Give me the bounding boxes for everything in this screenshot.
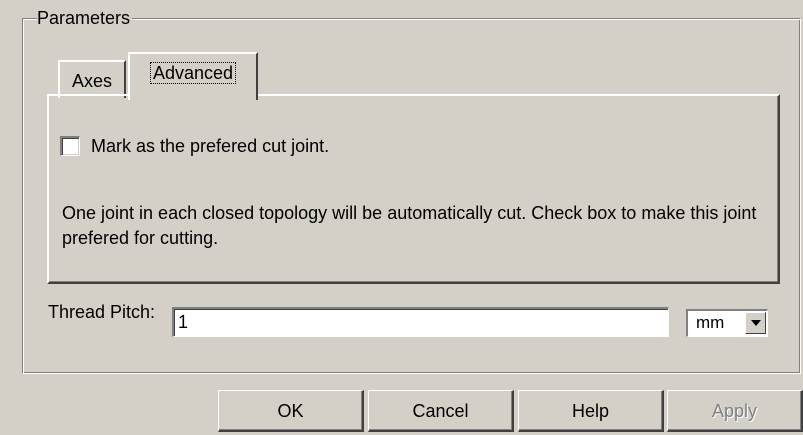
tab-advanced[interactable]: Advanced: [128, 52, 258, 100]
thread-pitch-unit-select[interactable]: mm: [686, 309, 768, 337]
tab-axes[interactable]: Axes: [58, 60, 126, 98]
thread-pitch-input[interactable]: [172, 307, 669, 337]
tab-advanced-label: Advanced: [149, 62, 237, 84]
cut-joint-description: One joint in each closed topology will b…: [62, 203, 757, 248]
apply-button[interactable]: Apply: [667, 390, 803, 432]
unit-select-value: mm: [696, 313, 725, 332]
ok-button[interactable]: OK: [218, 390, 364, 432]
preferred-cut-joint-checkbox[interactable]: [60, 136, 80, 156]
preferred-cut-joint-label[interactable]: Mark as the prefered cut joint.: [91, 135, 329, 157]
tab-axes-label: Axes: [71, 71, 113, 91]
help-button[interactable]: Help: [518, 390, 664, 432]
thread-pitch-label: Thread Pitch:: [48, 302, 156, 322]
parameters-title: Parameters: [37, 8, 133, 28]
cancel-button[interactable]: Cancel: [368, 390, 514, 432]
chevron-down-icon[interactable]: [745, 312, 766, 334]
advanced-tab-panel: [47, 94, 780, 284]
